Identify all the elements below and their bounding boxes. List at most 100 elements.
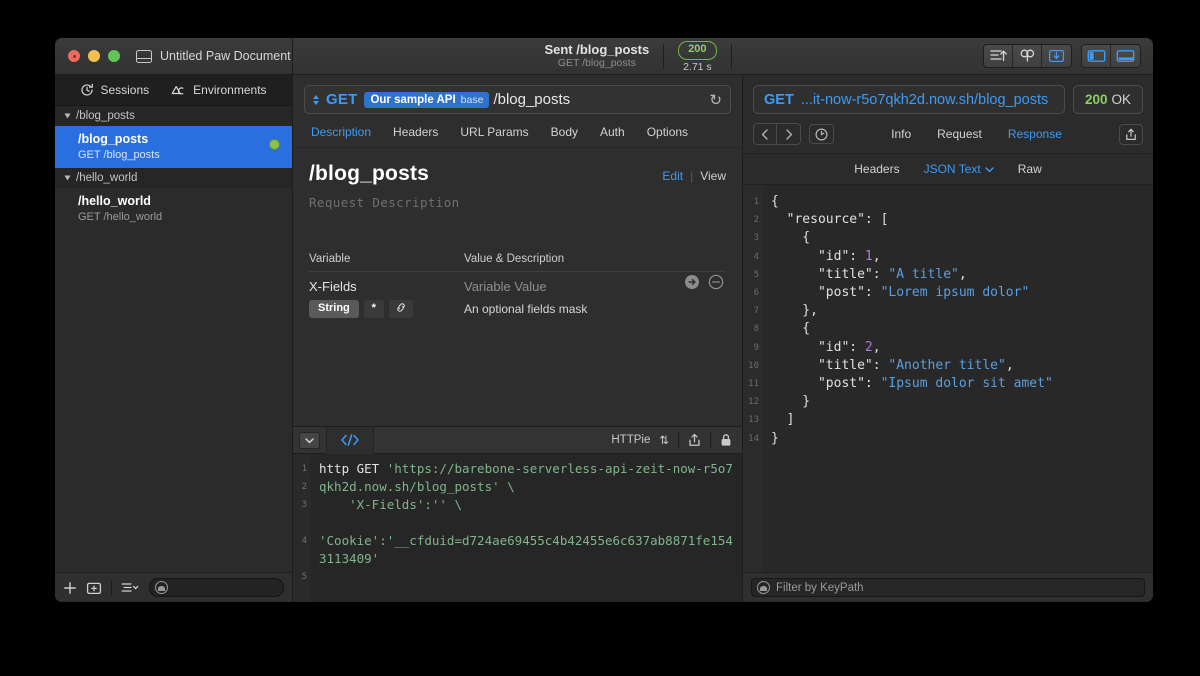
remove-circle-icon[interactable] <box>708 274 724 290</box>
sub-tab-json-text[interactable]: JSON Text <box>924 162 994 176</box>
variable-badges: String * <box>309 300 464 318</box>
cookies-button[interactable] <box>1013 45 1042 67</box>
history-clock-icon <box>81 83 94 96</box>
response-tab-bar: Info Request Response <box>891 127 1062 141</box>
response-status-badge: 200 OK <box>1072 85 1143 114</box>
response-gutter: 1 2 3 4 5 6 7 8 9 10 11 12 13 14 <box>743 185 763 572</box>
response-status-code: 200 <box>1084 92 1108 107</box>
line-number: 7 <box>753 306 759 317</box>
sidebar-tab-environments[interactable]: Environments <box>171 83 267 97</box>
tab-body[interactable]: Body <box>551 125 578 139</box>
history-forward-button[interactable] <box>777 124 800 144</box>
tab-auth[interactable]: Auth <box>600 125 625 139</box>
line-number: 2 <box>753 215 759 226</box>
sidebar-tab-sessions[interactable]: Sessions <box>80 83 149 97</box>
toggle-left-panel-icon <box>1087 50 1105 62</box>
sub-tab-headers[interactable]: Headers <box>854 162 899 176</box>
sent-status-block: Sent /blog_posts GET /blog_posts <box>544 42 649 70</box>
status-code-badge: 200 <box>678 41 717 60</box>
toggle-left-panel-button[interactable] <box>1082 45 1111 67</box>
generated-code[interactable]: http GET 'https://barebone-serverless-ap… <box>311 454 742 602</box>
response-json-body[interactable]: { "resource": [ { "id": 1, "title": "A t… <box>763 185 1153 572</box>
sidebar-bottom-bar <box>55 572 292 602</box>
tab-options[interactable]: Options <box>647 125 688 139</box>
required-badge[interactable]: * <box>363 300 384 318</box>
tab-response[interactable]: Response <box>1008 127 1062 141</box>
list-menu-icon[interactable] <box>121 581 140 595</box>
import-button[interactable] <box>1042 45 1071 67</box>
title-bar-left: Untitled Paw Document <box>55 38 293 74</box>
table-row: X-Fields String * Variable Value An opti… <box>309 272 726 318</box>
share-icon[interactable] <box>688 433 701 447</box>
close-window-button[interactable] <box>68 50 80 62</box>
response-body-viewer[interactable]: 1 2 3 4 5 6 7 8 9 10 11 12 13 14 { "resource": [ { "i… <box>743 185 1153 572</box>
new-folder-icon[interactable] <box>86 581 102 595</box>
sidebar-tab-environments-label: Environments <box>193 83 267 97</box>
minimize-window-button[interactable] <box>88 50 100 62</box>
group-header-blog-posts[interactable]: /blog_posts <box>55 106 292 126</box>
disclosure-triangle-icon[interactable] <box>64 175 71 181</box>
divider <box>663 43 665 69</box>
history-button[interactable] <box>809 124 834 144</box>
variables-table-header: Variable Value & Description <box>309 253 726 272</box>
http-method-label[interactable]: GET <box>326 91 357 108</box>
variable-description: An optional fields mask <box>464 302 588 316</box>
lock-icon[interactable] <box>720 433 732 447</box>
response-share-button[interactable] <box>1118 123 1143 145</box>
variable-value-input[interactable]: Variable Value <box>464 279 587 294</box>
code-language-selector[interactable]: HTTPie <box>611 434 650 446</box>
type-badge[interactable]: String <box>309 300 359 318</box>
search-filter-icon <box>155 581 168 594</box>
zoom-window-button[interactable] <box>108 50 120 62</box>
tab-description[interactable]: Description <box>311 125 371 139</box>
line-number: 12 <box>748 397 759 408</box>
code-panel-dropdown-button[interactable] <box>299 431 320 449</box>
view-button[interactable]: View <box>700 169 726 183</box>
history-back-button[interactable] <box>754 124 777 144</box>
request-item-sub: GET /hello_world <box>78 211 163 224</box>
link-icon <box>397 303 405 312</box>
tab-info[interactable]: Info <box>891 127 911 141</box>
line-number: 5 <box>753 269 759 280</box>
code-panel-toolbar: HTTPie ⇅ <box>293 426 742 454</box>
link-badge[interactable] <box>388 300 413 318</box>
column-header-variable: Variable <box>309 253 351 265</box>
chevron-left-icon <box>761 128 768 140</box>
code-tab[interactable] <box>326 426 374 454</box>
variable-name: X-Fields <box>309 279 357 294</box>
send-request-icon <box>989 50 1007 62</box>
reload-icon[interactable]: ↻ <box>709 91 722 109</box>
group-label: /blog_posts <box>76 110 135 122</box>
request-item-hello-world[interactable]: /hello_world GET /hello_world <box>55 188 292 230</box>
keypath-filter-input[interactable]: Filter by KeyPath <box>751 578 1145 597</box>
code-language-chevron-icon[interactable]: ⇅ <box>659 433 669 447</box>
environment-variable-token[interactable]: Our sample API base <box>364 91 490 108</box>
response-url-bar[interactable]: GET ...it-now-r5o7qkh2d.now.sh/blog_post… <box>753 85 1065 114</box>
response-url-row: GET ...it-now-r5o7qkh2d.now.sh/blog_post… <box>743 75 1153 114</box>
env-token-label: Our sample API <box>370 93 456 106</box>
url-bar[interactable]: GET Our sample API base /blog_posts ↻ <box>304 85 731 114</box>
group-header-hello-world[interactable]: /hello_world <box>55 168 292 189</box>
plus-icon[interactable] <box>63 581 77 595</box>
sub-tab-raw[interactable]: Raw <box>1018 162 1042 176</box>
response-method-label: GET <box>764 91 794 108</box>
row-action-icons <box>684 274 724 290</box>
edit-button[interactable]: Edit <box>662 169 683 183</box>
tab-url-params[interactable]: URL Params <box>460 125 528 139</box>
code-editor[interactable]: 1 2 3 4 5 http GET 'https://barebone-ser… <box>293 454 742 602</box>
divider <box>678 432 679 448</box>
sidebar-search-input[interactable] <box>149 578 284 597</box>
disclosure-triangle-icon[interactable] <box>64 113 71 119</box>
url-path-input[interactable]: /blog_posts <box>493 91 570 108</box>
arrow-right-circle-icon[interactable] <box>684 274 700 290</box>
code-gutter: 1 2 3 4 5 <box>293 454 311 602</box>
tab-headers[interactable]: Headers <box>393 125 438 139</box>
toggle-bottom-panel-button[interactable] <box>1111 45 1140 67</box>
method-stepper-icon[interactable] <box>313 94 319 105</box>
chevron-right-icon <box>785 128 792 140</box>
tab-request[interactable]: Request <box>937 127 982 141</box>
send-request-button[interactable] <box>984 45 1013 67</box>
description-placeholder[interactable]: Request Description <box>309 195 726 210</box>
request-item-blog-posts[interactable]: /blog_posts GET /blog_posts <box>55 126 292 169</box>
line-number: 3 <box>301 500 307 510</box>
